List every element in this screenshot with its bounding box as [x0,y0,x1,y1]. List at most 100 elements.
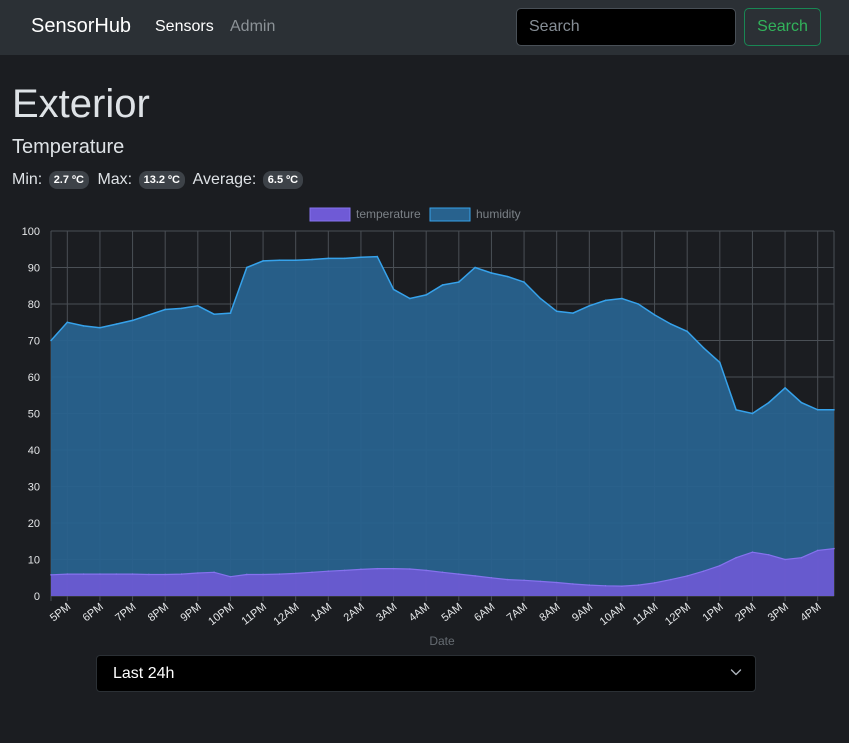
humidity-point [751,412,754,415]
humidity-point [458,281,460,283]
x-tick-label: 4PM [798,601,823,624]
temperature-point [360,568,362,571]
temperature-point [164,573,166,576]
temperature-point [719,564,721,567]
y-tick-label: 10 [28,555,40,567]
temperature-point [653,582,656,584]
y-tick-label: 60 [28,372,40,384]
range-select-wrap: Last 24h [96,655,756,692]
x-tick-label: 7AM [505,601,530,624]
humidity-area [51,256,834,596]
search-button[interactable]: Search [744,8,821,46]
max-label: Max: [97,171,133,188]
humidity-point [197,305,199,307]
humidity-point [425,294,427,296]
brand-logo[interactable]: SensorHub [31,15,131,38]
humidity-point [294,259,297,261]
humidity-point [833,409,835,411]
temperature-point [311,571,313,574]
temperature-point [539,580,542,583]
humidity-point [164,308,166,311]
temperature-point [555,581,558,584]
temperature-point [800,556,803,559]
humidity-point [131,319,134,322]
y-tick-label: 100 [22,226,40,238]
humidity-point [653,314,656,316]
x-tick-label: 6AM [472,601,497,624]
temperature-point [148,573,150,576]
temperature-point [735,556,737,559]
temperature-point [686,575,688,577]
humidity-point [327,257,330,260]
temperature-point [767,553,770,556]
sensor-chart: 0 10 20 30 40 50 60 70 80 90 100 5PM 6PM 7PM 8PM 9PM 10P… [0,200,849,650]
humidity-point [555,310,558,313]
humidity-point [474,266,476,269]
humidity-point [441,284,444,286]
y-tick-label: 0 [34,591,40,603]
temperature-point [343,569,346,572]
x-tick-label: 3PM [766,601,791,624]
humidity-point [767,401,770,404]
x-tick-label: 2AM [342,601,367,624]
humidity-point [588,305,591,307]
humidity-point [82,325,85,327]
time-range-select[interactable]: Last 24h [96,655,756,692]
x-tick-label: 2PM [733,601,758,624]
humidity-point [99,326,101,329]
y-tick-label: 80 [28,299,40,311]
temperature-point [376,567,379,570]
x-tick-label: 5AM [439,601,464,624]
humidity-point [229,312,232,314]
x-tick-label: 10AM [598,601,628,628]
y-tick-label: 50 [28,409,40,421]
temperature-point [82,573,85,575]
temperature-point [213,571,215,574]
sensor-subtitle: Temperature [12,136,125,158]
temperature-point [229,575,232,578]
humidity-point [800,401,803,404]
temperature-point [833,547,835,550]
temperature-point [523,579,525,582]
x-tick-label: 9AM [570,601,595,624]
temperature-point [262,573,264,576]
x-tick-label: 11AM [631,601,660,628]
temperature-point [131,573,134,575]
humidity-point [262,260,264,262]
max-badge: 13.2 ºC [138,171,186,189]
temperature-point [572,583,574,585]
x-tick-label: 5PM [48,601,73,624]
humidity-point [343,257,346,260]
min-badge: 2.7 ºC [48,171,89,189]
nav-link-admin[interactable]: Admin [230,18,275,36]
temperature-point [751,551,754,553]
humidity-point [702,347,705,349]
temperature-point [278,573,281,575]
temperature-point [588,584,591,586]
temperature-point [409,568,411,570]
temperature-point [604,584,607,587]
humidity-point [245,266,248,269]
search-input[interactable] [516,8,736,46]
humidity-point [572,312,574,314]
y-tick-label: 30 [28,482,40,494]
nav-link-sensors[interactable]: Sensors [155,18,214,36]
temperature-point [327,570,330,572]
x-tick-label: 4AM [407,601,432,624]
temperature-point [180,573,183,575]
humidity-point [278,259,281,261]
humidity-point [180,307,183,310]
x-tick-label: 6PM [81,601,106,624]
stats-row: Min: 2.7 ºC Max: 13.2 ºC Average: 6.5 ºC [12,171,307,189]
min-label: Min: [12,171,43,188]
humidity-point [50,339,52,342]
x-tick-label: 11PM [240,601,269,628]
temperature-point [816,549,819,552]
temperature-point [50,574,52,576]
y-tick-label: 40 [28,445,40,457]
temperature-point [458,573,460,575]
temperature-point [294,572,297,575]
x-tick-label: 10PM [206,601,236,628]
y-tick-label: 70 [28,336,40,348]
x-tick-label: 7PM [113,601,138,624]
